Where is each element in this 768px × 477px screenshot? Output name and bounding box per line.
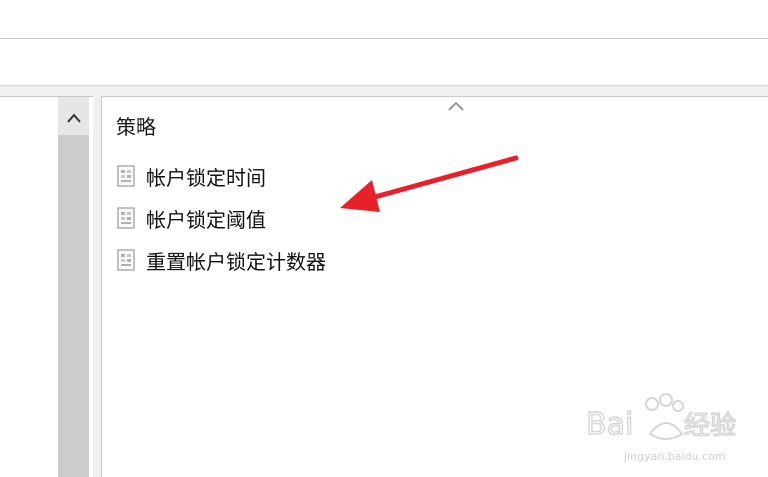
sort-caret-icon	[448, 101, 464, 111]
left-tree-pane[interactable]	[0, 96, 93, 477]
scroll-thumb[interactable]	[58, 135, 89, 477]
pane-splitter[interactable]	[93, 96, 101, 476]
chevron-up-icon	[66, 113, 81, 123]
column-header-policy[interactable]: 策略	[116, 111, 156, 140]
list-item[interactable]: 重置帐户锁定计数器	[116, 239, 326, 281]
list-item-label: 重置帐户锁定计数器	[146, 249, 326, 274]
policy-setting-icon	[117, 165, 135, 187]
scroll-up-button[interactable]	[58, 105, 89, 131]
list-item[interactable]: 帐户锁定阈值	[116, 197, 326, 239]
list-item-label: 帐户锁定阈值	[146, 207, 266, 232]
left-scrollbar[interactable]	[58, 97, 89, 477]
policy-setting-icon	[117, 207, 135, 229]
policy-list: 帐户锁定时间 帐户锁定阈值 重置帐户锁定计数器	[116, 155, 326, 281]
list-item-label: 帐户锁定时间	[146, 165, 266, 190]
gap-strip	[0, 86, 768, 96]
toolbar	[0, 39, 768, 86]
watermark-url: jingyan.baidu.com	[624, 450, 726, 463]
policy-setting-icon	[117, 249, 135, 271]
policy-list-pane: 策略 帐户锁定时间 帐户锁定阈值 重置帐户锁定计数器	[101, 96, 768, 477]
top-bar	[0, 0, 768, 39]
list-item[interactable]: 帐户锁定时间	[116, 155, 326, 197]
